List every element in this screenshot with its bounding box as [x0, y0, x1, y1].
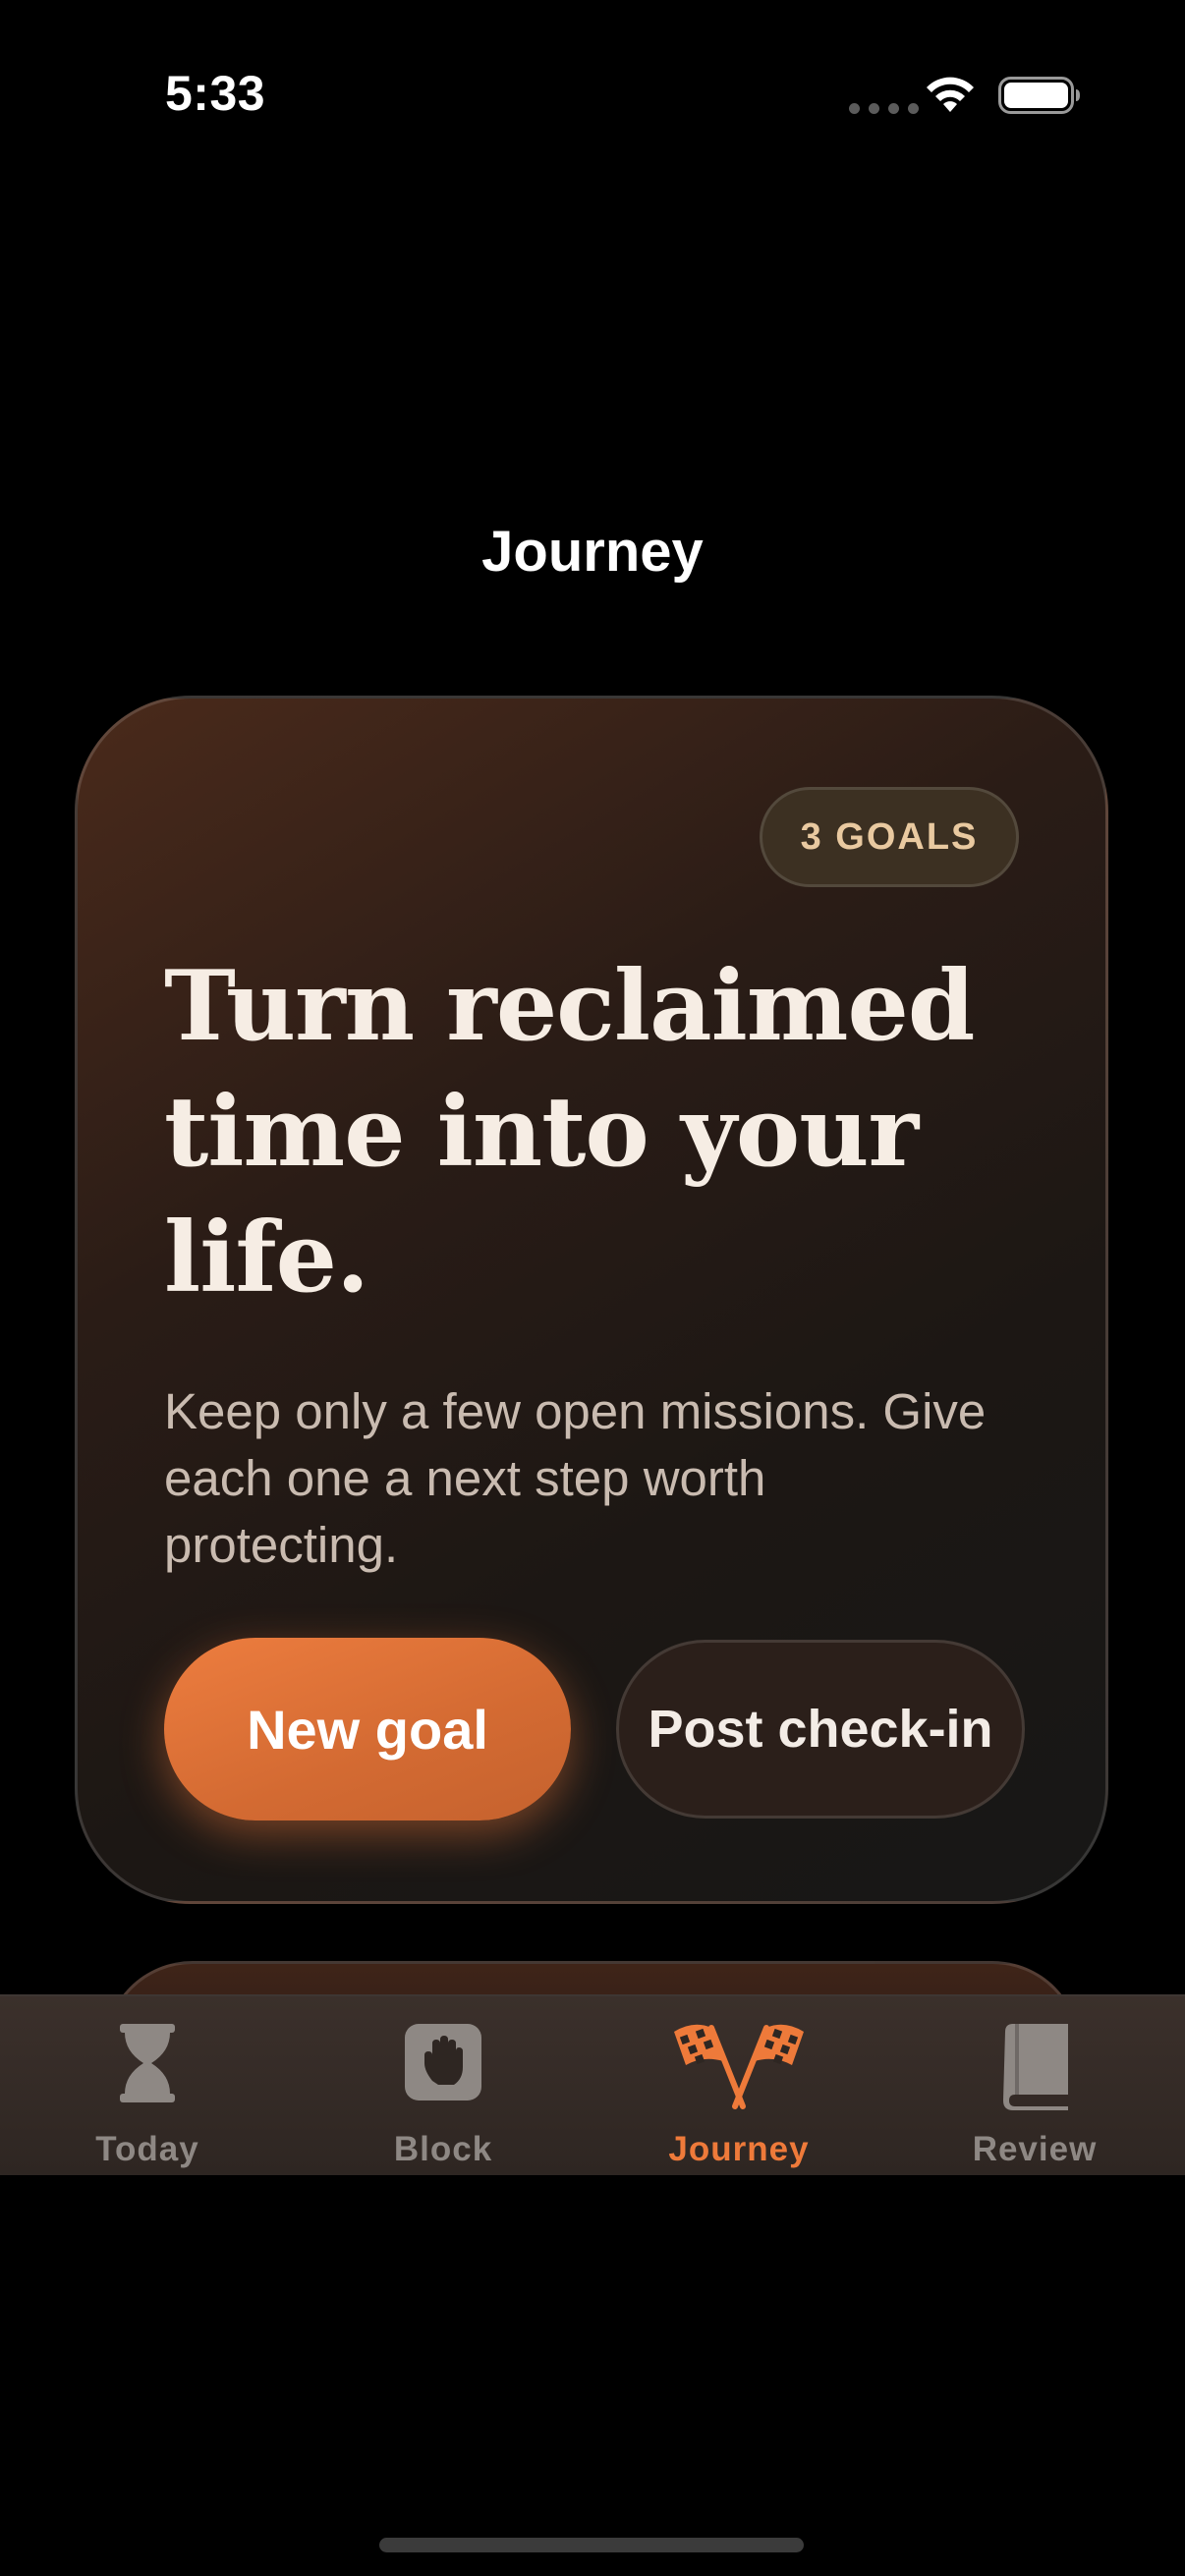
tab-review[interactable]: Review	[887, 1996, 1182, 2177]
wifi-icon	[927, 77, 974, 112]
tab-label: Review	[972, 2130, 1098, 2168]
book-icon	[1003, 2024, 1068, 2110]
post-check-in-button[interactable]: Post check-in	[616, 1640, 1025, 1819]
tab-journey[interactable]: Journey	[592, 1996, 886, 2177]
tab-label: Journey	[668, 2130, 810, 2168]
hourglass-icon	[120, 2024, 175, 2102]
hero-heading: Turn reclaimed time into your life.	[164, 950, 975, 1315]
page-title: Journey	[481, 520, 704, 584]
tab-label: Block	[393, 2130, 493, 2168]
tab-bar: Today Block Journey Review	[0, 1994, 1185, 2175]
new-goal-button[interactable]: New goal	[164, 1638, 571, 1820]
tab-block[interactable]: Block	[296, 1996, 591, 2177]
cellular-dots-icon	[849, 103, 919, 114]
hand-icon	[405, 2024, 481, 2100]
battery-icon	[998, 77, 1080, 114]
hero-description: Keep only a few open missions. Give each…	[164, 1383, 987, 1573]
status-time: 5:33	[165, 66, 266, 121]
home-indicator[interactable]	[379, 2538, 804, 2552]
tab-label: Today	[95, 2130, 199, 2168]
hero-card: 3 GOALS Turn reclaimed time into your li…	[75, 696, 1108, 1904]
checkered-flags-icon	[674, 2024, 804, 2109]
goals-count-badge: 3 GOALS	[760, 787, 1019, 887]
tab-today[interactable]: Today	[0, 1996, 295, 2177]
